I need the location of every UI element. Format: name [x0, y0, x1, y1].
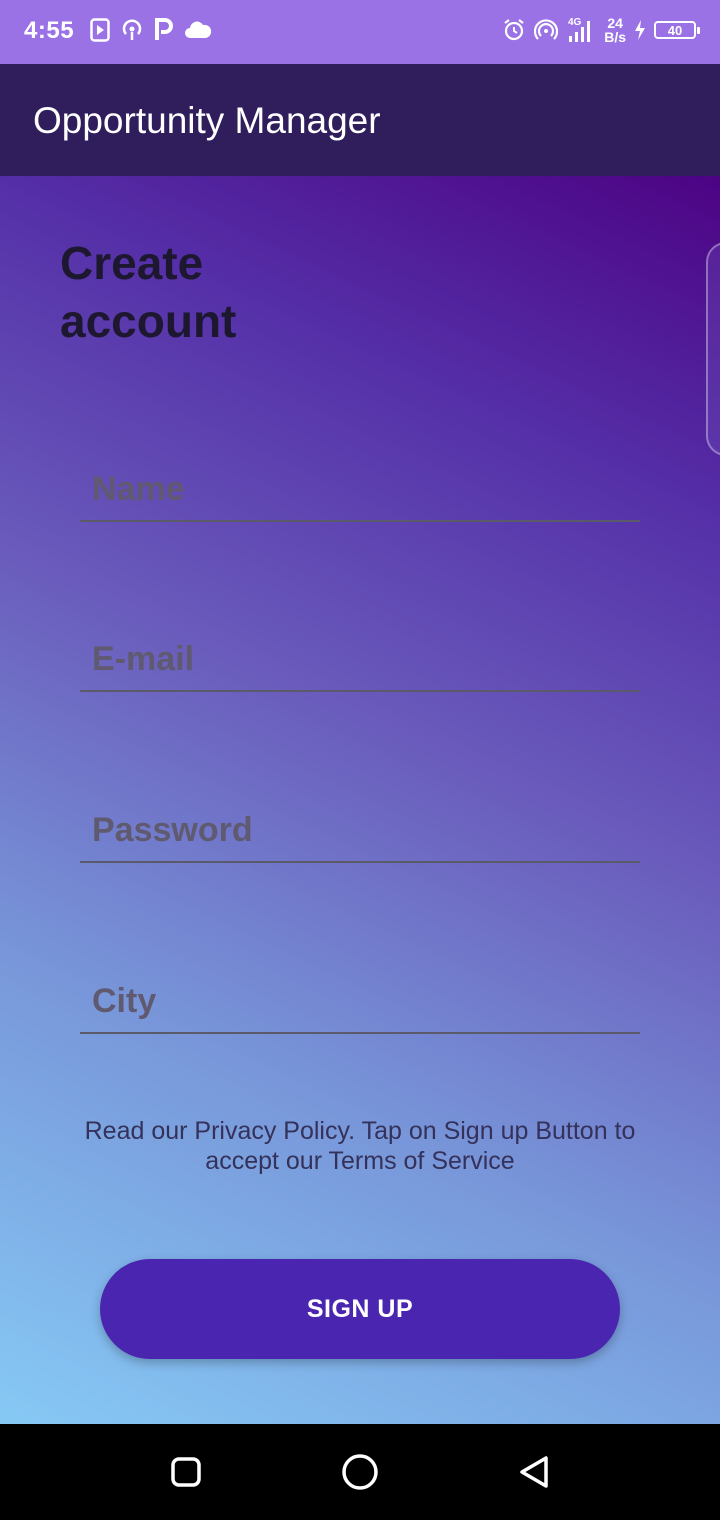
- home-button[interactable]: [340, 1452, 380, 1492]
- privacy-notice: Read our Privacy Policy. Tap on Sign up …: [84, 1117, 636, 1175]
- battery-level: 40: [667, 22, 683, 38]
- page-title: Create account: [60, 237, 237, 347]
- name-field: [80, 450, 640, 522]
- name-input[interactable]: [90, 464, 634, 514]
- system-nav-bar: [0, 1424, 720, 1520]
- hotspot-icon: [120, 18, 144, 42]
- home-icon: [342, 1454, 378, 1490]
- network-speed: 24 B/s: [604, 16, 626, 44]
- password-input[interactable]: [90, 805, 634, 855]
- city-field: [80, 962, 640, 1034]
- city-input[interactable]: [90, 976, 634, 1026]
- recent-apps-icon: [171, 1457, 201, 1487]
- signup-button[interactable]: SIGN UP: [100, 1259, 620, 1359]
- battery-icon: 40: [654, 21, 700, 39]
- back-button[interactable]: [514, 1452, 554, 1492]
- app-title: Opportunity Manager: [33, 100, 381, 141]
- back-icon: [520, 1456, 548, 1488]
- charging-bolt-icon: [634, 20, 646, 40]
- svg-text:4G: 4G: [568, 17, 582, 28]
- alarm-icon: [502, 18, 526, 42]
- signal-4g-icon: 4G: [566, 16, 596, 44]
- status-bar: 4:55 4G 24 B/s 40: [0, 0, 720, 64]
- media-play-icon: [90, 18, 110, 42]
- side-drawer-handle[interactable]: [706, 242, 720, 456]
- email-input[interactable]: [90, 634, 634, 684]
- email-field: [80, 620, 640, 692]
- signup-screen: Create account Read our Privacy Policy. …: [0, 176, 720, 1424]
- status-system-icons: 4G 24 B/s 40: [502, 16, 700, 44]
- network-speed-value: 24: [607, 15, 623, 31]
- recent-apps-button[interactable]: [166, 1452, 206, 1492]
- app-bar: Opportunity Manager: [0, 64, 720, 176]
- wifi-hotspot-icon: [534, 18, 559, 42]
- cloud-icon: [184, 20, 212, 40]
- password-field: [80, 791, 640, 863]
- status-notification-icons: [90, 18, 212, 42]
- status-time: 4:55: [24, 17, 75, 44]
- network-speed-unit: B/s: [604, 29, 626, 45]
- parking-p-icon: [154, 18, 174, 42]
